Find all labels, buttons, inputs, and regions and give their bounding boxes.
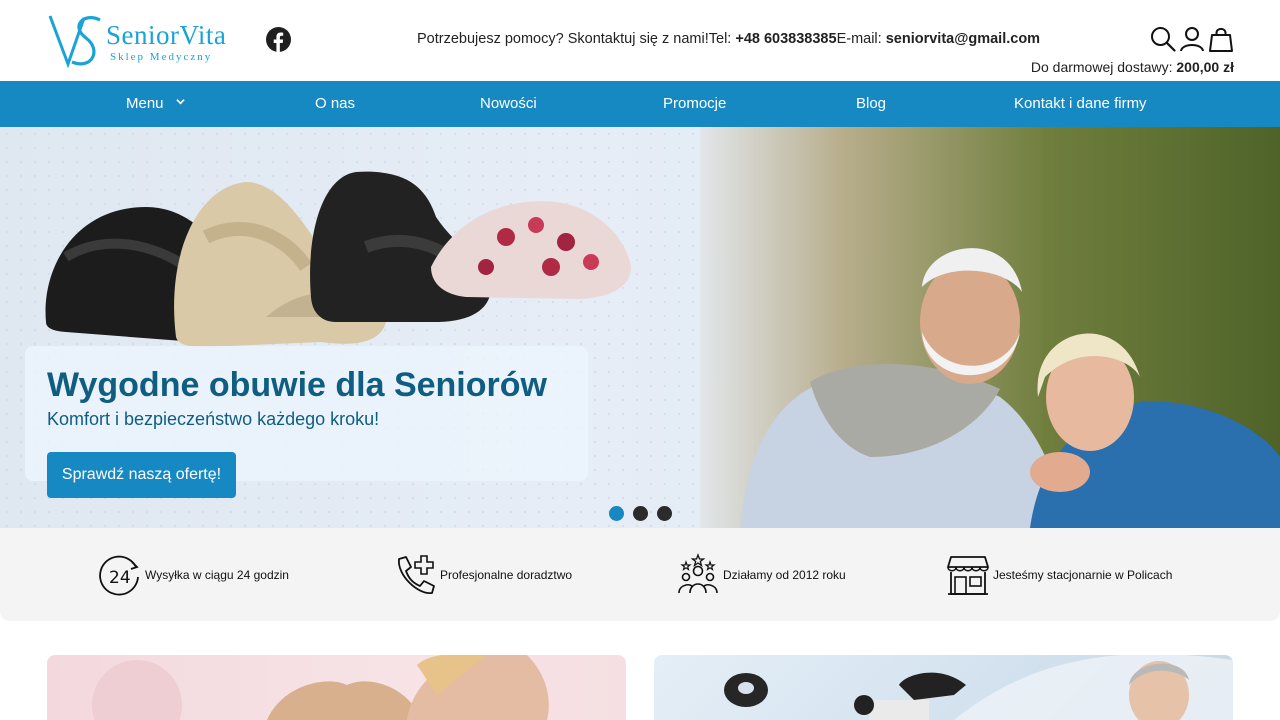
nav-item-menu[interactable]: Menu <box>126 81 185 127</box>
free-shipping-amount: 200,00 zł <box>1176 59 1234 75</box>
email-label: E-mail: <box>836 31 882 47</box>
facebook-icon[interactable] <box>266 27 291 52</box>
slider-pagination <box>609 506 672 521</box>
feature-label: Jesteśmy stacjonarnie w Policach <box>993 568 1173 582</box>
nav-item-promocje[interactable]: Promocje <box>663 81 726 127</box>
feature-label: Profesjonalne doradztwo <box>440 568 573 582</box>
promo-image-left <box>92 655 549 720</box>
search-icon[interactable] <box>1150 26 1176 52</box>
nav-item-label: O nas <box>315 95 356 112</box>
hero-photo-senior-couple <box>700 127 1280 528</box>
nav-item-label: Promocje <box>663 95 727 112</box>
user-icon[interactable] <box>1179 26 1205 52</box>
promo-card-right[interactable] <box>654 655 1233 720</box>
feature-label: Działamy od 2012 roku <box>723 568 846 582</box>
feature-item: Jesteśmy stacjonarnie w Policach <box>946 552 1172 598</box>
feature-label: Wysyłka w ciągu 24 godzin <box>145 568 289 582</box>
help-text: Potrzebujesz pomocy? Skontaktuj się z na… <box>417 31 709 47</box>
hero-slider: Wygodne obuwie dla Seniorów Komfort i be… <box>0 127 1280 528</box>
feature-item: Działamy od 2012 roku <box>676 552 846 598</box>
nav-item-o-nas[interactable]: O nas <box>315 81 355 127</box>
hero-title: Wygodne obuwie dla Seniorów <box>47 366 547 404</box>
cart-bag-icon[interactable] <box>1208 26 1234 52</box>
nav-item-label: Kontakt i dane firmy <box>1014 95 1147 112</box>
slider-dot-2[interactable] <box>633 506 648 521</box>
storefront-icon <box>947 556 989 595</box>
tel-label: Tel: <box>708 31 732 47</box>
nav-item-kontakt[interactable]: Kontakt i dane firmy <box>1014 81 1147 127</box>
main-nav: Menu O nas Nowości Promocje Blog Kontakt… <box>0 81 1280 127</box>
phone-number[interactable]: +48 603838385 <box>735 31 836 47</box>
phone-plus-icon <box>398 555 435 594</box>
team-stars-icon <box>678 553 718 594</box>
email-address[interactable]: seniorvita@gmail.com <box>886 31 1040 47</box>
nav-item-label: Blog <box>856 95 887 112</box>
promo-card-left[interactable] <box>47 655 626 720</box>
features-bar: 24 Wysyłka w ciągu 24 godzin Profesjonal… <box>0 528 1280 621</box>
nav-item-nowosci[interactable]: Nowości <box>480 81 537 127</box>
promo-image-right <box>724 655 1233 720</box>
nav-item-blog[interactable]: Blog <box>856 81 886 127</box>
logo[interactable]: SeniorVita Sklep Medyczny <box>48 12 248 70</box>
slider-dot-1[interactable] <box>609 506 624 521</box>
slider-dot-3[interactable] <box>657 506 672 521</box>
hero-cta-button[interactable]: Sprawdź naszą ofertę! <box>47 452 236 498</box>
contact-info: Potrzebujesz pomocy? Skontaktuj się z na… <box>417 31 1040 48</box>
svg-text:24: 24 <box>109 568 131 588</box>
brand-name: SeniorVita <box>106 20 227 50</box>
free-shipping-label: Do darmowej dostawy: <box>1030 59 1173 75</box>
nav-item-label: Nowości <box>480 95 537 112</box>
logo-monogram-icon <box>48 15 101 69</box>
free-shipping-info: Do darmowej dostawy: 200,00 zł <box>1031 59 1234 76</box>
nav-item-label: Menu <box>126 95 164 112</box>
header-actions <box>1150 26 1234 52</box>
clock-24-icon: 24 <box>99 555 139 596</box>
brand-tagline: Sklep Medyczny <box>110 51 213 63</box>
feature-item: 24 Wysyłka w ciągu 24 godzin <box>98 552 289 598</box>
hero-subtitle: Komfort i bezpieczeństwo każdego kroku! <box>47 409 380 429</box>
site-header: SeniorVita Sklep Medyczny Potrzebujesz p… <box>0 0 1280 81</box>
feature-item: Profesjonalne doradztwo <box>393 552 572 598</box>
chevron-down-icon <box>176 99 185 105</box>
